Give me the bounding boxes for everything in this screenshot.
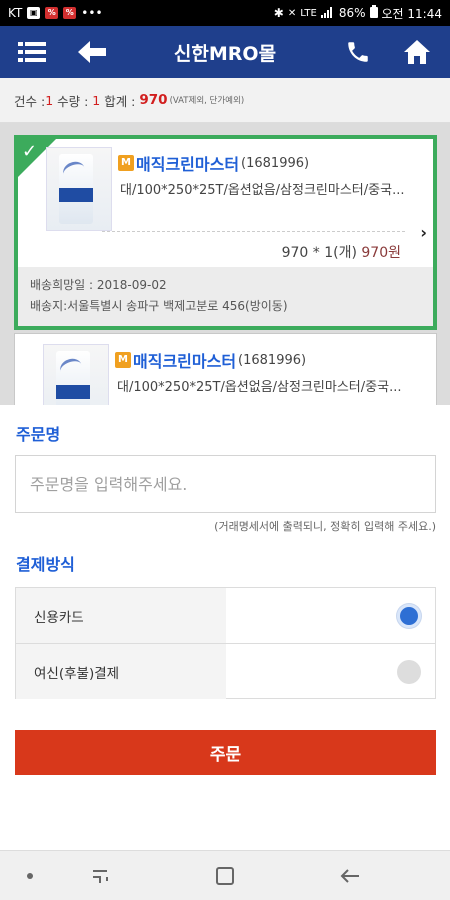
app-notification-icon-2: % bbox=[63, 7, 77, 19]
payment-option-label: 신용카드 bbox=[16, 588, 226, 643]
delivery-info: 배송희망일 : 2018-09-02 배송지:서울특별시 송파구 백제고분로 4… bbox=[18, 267, 433, 326]
cart-item-list[interactable]: ✓ M 매직크린마스터 (1681996) 대/100*250*25T/옵션없음… bbox=[0, 123, 450, 405]
qty-value: 1 bbox=[92, 92, 101, 108]
call-button[interactable] bbox=[334, 26, 382, 78]
dot-icon bbox=[27, 873, 33, 879]
recent-apps-button[interactable] bbox=[80, 851, 120, 900]
product-name[interactable]: 매직크린마스터 bbox=[133, 348, 236, 372]
recent-apps-icon bbox=[93, 870, 108, 883]
bluetooth-icon: ✱ bbox=[273, 6, 284, 20]
payment-option-credit-card[interactable]: 신용카드 bbox=[16, 588, 435, 643]
payment-option-deferred[interactable]: 여신(후불)결제 bbox=[16, 643, 435, 699]
order-button[interactable]: 주문 bbox=[15, 730, 436, 775]
total-value: 970 bbox=[139, 92, 168, 108]
mute-icon: ✕ bbox=[287, 7, 297, 19]
delivery-date: 배송희망일 : 2018-09-02 bbox=[30, 278, 167, 292]
menu-button[interactable] bbox=[8, 26, 56, 78]
battery-icon bbox=[369, 5, 378, 21]
qty-label: 수량 : bbox=[53, 93, 93, 109]
cart-item[interactable]: ✓ M 매직크린마스터 (1681996) 대/100*250*25T/옵션없음… bbox=[14, 135, 437, 330]
home-nav-button[interactable] bbox=[205, 851, 245, 900]
total-label: 합계 : bbox=[100, 93, 140, 109]
order-name-input[interactable] bbox=[15, 455, 436, 513]
product-image bbox=[46, 147, 112, 231]
home-button[interactable] bbox=[393, 26, 441, 78]
radio-selected-icon[interactable] bbox=[397, 603, 421, 628]
payment-method-title: 결제방식 bbox=[16, 555, 75, 574]
product-name[interactable]: 매직크린마스터 bbox=[136, 151, 239, 175]
mro-badge-icon: M bbox=[118, 155, 134, 171]
order-name-hint: (거래명세서에 출력되니, 정확히 입력해 주세요.) bbox=[214, 520, 436, 533]
product-code: (1681996) bbox=[238, 352, 307, 368]
more-notifications-icon: ••• bbox=[81, 6, 103, 20]
carrier-label: KT bbox=[8, 6, 23, 20]
product-code: (1681996) bbox=[241, 155, 310, 171]
payment-option-label: 여신(후불)결제 bbox=[16, 644, 226, 699]
nav-dot-button[interactable] bbox=[10, 851, 50, 900]
order-name-title: 주문명 bbox=[16, 425, 61, 444]
total-note: (VAT제외, 단가예외) bbox=[169, 96, 245, 106]
product-description: 대/100*250*25T/옵션없음/삼정크린마스터/중국... bbox=[120, 183, 405, 198]
count-label: 건수 : bbox=[14, 93, 46, 109]
back-arrow-icon bbox=[78, 41, 106, 63]
product-description: 대/100*250*25T/옵션없음/삼정크린마스터/중국... bbox=[117, 380, 402, 395]
mro-badge-icon: M bbox=[115, 352, 131, 368]
battery-percent: 86% bbox=[338, 6, 366, 20]
order-form: 주문명 (거래명세서에 출력되니, 정확히 입력해 주세요.) 결제방식 신용카… bbox=[0, 405, 450, 850]
chevron-right-icon[interactable]: › bbox=[420, 223, 427, 242]
square-home-icon bbox=[216, 867, 234, 885]
phone-icon bbox=[348, 42, 368, 62]
count-value: 1 bbox=[45, 92, 54, 108]
delivery-address: 배송지:서울특별시 송파구 백제고분로 456(방이동) bbox=[30, 299, 288, 313]
back-button[interactable] bbox=[68, 26, 116, 78]
cart-item[interactable]: M 매직크린마스터 (1681996) 대/100*250*25T/옵션없음/삼… bbox=[14, 333, 437, 405]
menu-list-icon bbox=[18, 42, 46, 62]
payment-options: 신용카드 여신(후불)결제 bbox=[15, 587, 436, 699]
status-bar: KT ▣ % % ••• ✱ ✕ LTE 86% 오전 11:44 bbox=[0, 0, 450, 26]
clock: 오전 11:44 bbox=[381, 6, 442, 21]
app-header: 신한MRO몰 bbox=[0, 26, 450, 78]
product-image bbox=[43, 344, 109, 405]
network-icon: LTE bbox=[300, 7, 317, 19]
back-arrow-nav-icon bbox=[340, 869, 359, 883]
unit-price-qty: 970 * 1(개) bbox=[281, 245, 362, 261]
radio-unselected-icon[interactable] bbox=[397, 659, 421, 684]
divider bbox=[102, 231, 405, 232]
back-nav-button[interactable] bbox=[330, 851, 370, 900]
cart-summary: 건수 : 1 수량 : 1 합계 : 970 (VAT제외, 단가예외) bbox=[0, 78, 450, 123]
home-icon bbox=[404, 40, 430, 64]
system-nav-bar bbox=[0, 850, 450, 900]
signal-icon bbox=[320, 6, 335, 21]
app-notification-icon: % bbox=[45, 7, 59, 19]
gallery-notification-icon: ▣ bbox=[27, 7, 41, 19]
item-total: 970원 bbox=[361, 245, 401, 261]
price-line: 970 * 1(개) 970원 bbox=[282, 242, 401, 262]
